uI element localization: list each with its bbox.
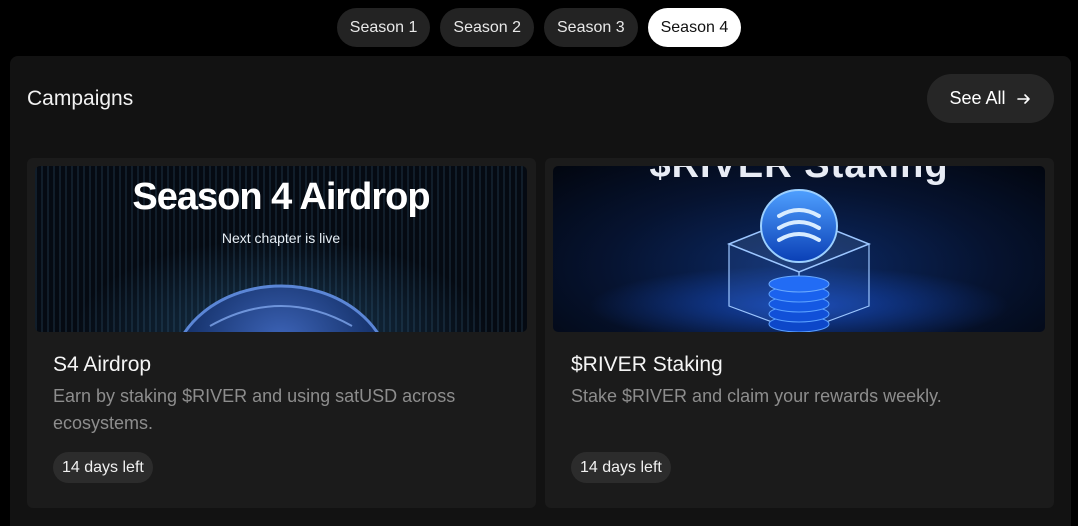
staking-cube-graphic (589, 189, 1009, 332)
days-left-badge: 14 days left (571, 452, 671, 483)
see-all-button[interactable]: See All (927, 74, 1054, 123)
campaign-banner-airdrop: Season 4 Airdrop Next chapter is live (35, 166, 527, 332)
arrow-right-icon (1016, 93, 1030, 104)
campaign-banner-staking: $RIVER Staking (553, 166, 1045, 332)
campaign-title: $RIVER Staking (571, 353, 723, 376)
campaign-card-s4-airdrop[interactable]: Season 4 Airdrop Next chapter is live S4… (27, 158, 536, 508)
banner-subtitle: Next chapter is live (221, 230, 341, 246)
campaign-title: S4 Airdrop (53, 353, 152, 376)
river-logo-icon (760, 189, 838, 263)
days-left-badge: 14 days left (53, 452, 153, 483)
tab-season-4[interactable]: Season 4 (647, 8, 742, 47)
campaign-description: Stake $RIVER and claim your rewards week… (571, 386, 942, 406)
season-tabs: Season 1 Season 2 Season 3 Season 4 (0, 8, 1078, 47)
tab-season-2[interactable]: Season 2 (440, 8, 534, 47)
campaigns-heading: Campaigns (27, 87, 134, 110)
campaign-description: Earn by staking $RIVER and using satUSD … (53, 386, 456, 433)
tab-season-3[interactable]: Season 3 (544, 8, 638, 47)
tab-season-1[interactable]: Season 1 (336, 8, 431, 47)
campaigns-panel: Campaigns See All Season 4 Airdrop Next … (10, 56, 1071, 526)
see-all-label: See All (949, 88, 1006, 108)
campaign-card-river-staking[interactable]: $RIVER Staking Stake $RIVER and claim yo… (545, 158, 1054, 508)
banner-title: Season 4 Airdrop (132, 176, 430, 218)
